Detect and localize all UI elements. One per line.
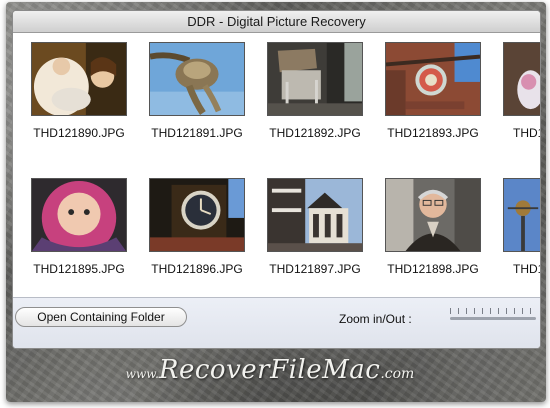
thumbnail-item[interactable]: THD1: [495, 42, 540, 142]
open-containing-folder-button[interactable]: Open Containing Folder: [15, 307, 187, 327]
partial-photo[interactable]: [503, 42, 540, 116]
clock-tower-photo[interactable]: [149, 178, 245, 252]
partial-photo[interactable]: [503, 178, 540, 252]
window-title: DDR - Digital Picture Recovery: [13, 11, 540, 33]
thumbnail-item[interactable]: THD1: [495, 178, 540, 278]
thumbnail-item[interactable]: THD121896.JPG: [141, 178, 251, 278]
app-window: DDR - Digital Picture Recovery THD121890…: [12, 10, 541, 349]
thumbnail-item[interactable]: THD121895.JPG: [23, 178, 133, 278]
thumbnail-item[interactable]: THD121890.JPG: [23, 42, 133, 142]
wall-clock-sign-photo[interactable]: [385, 42, 481, 116]
thumbnail-filename: THD121890.JPG: [33, 126, 125, 140]
thumbnail-filename: THD1: [513, 126, 540, 140]
thumbnail-grid: THD121890.JPG THD121891.JPG THD121892.JP…: [13, 34, 540, 297]
bottom-toolbar: Open Containing Folder Zoom in/Out :: [13, 297, 540, 348]
mother-child-photo[interactable]: [31, 42, 127, 116]
thumbnail-filename: THD121898.JPG: [387, 262, 479, 276]
thumbnail-filename: THD121897.JPG: [269, 262, 361, 276]
brand-logo: www.RecoverFileMac.com: [100, 355, 440, 395]
zoom-slider[interactable]: [450, 308, 536, 322]
thumbnail-filename: THD121895.JPG: [33, 262, 125, 276]
zoom-label: Zoom in/Out :: [339, 312, 412, 326]
thumbnail-item[interactable]: THD121892.JPG: [259, 42, 369, 142]
thumbnail-item[interactable]: THD121891.JPG: [141, 42, 251, 142]
thumbnail-filename: THD121891.JPG: [151, 126, 243, 140]
thumbnail-item[interactable]: THD121897.JPG: [259, 178, 369, 278]
stone-bench-photo[interactable]: [267, 42, 363, 116]
old-man-photo[interactable]: [385, 178, 481, 252]
brand-suffix: .com: [380, 366, 415, 382]
brand-name: RecoverFileMac: [158, 355, 381, 385]
rope-knot-photo[interactable]: [149, 42, 245, 116]
thumbnail-filename: THD121893.JPG: [387, 126, 479, 140]
thumbnail-filename: THD121892.JPG: [269, 126, 361, 140]
thumbnail-item[interactable]: THD121893.JPG: [377, 42, 487, 142]
brand-prefix: www.: [125, 367, 159, 381]
thumbnail-item[interactable]: THD121898.JPG: [377, 178, 487, 278]
zoom-slider-ticks: [450, 308, 536, 314]
zoom-slider-track[interactable]: [450, 317, 536, 320]
thumbnail-filename: THD121896.JPG: [151, 262, 243, 276]
tudor-street-photo[interactable]: [267, 178, 363, 252]
baby-hood-photo[interactable]: [31, 178, 127, 252]
thumbnail-filename: THD1: [513, 262, 540, 276]
